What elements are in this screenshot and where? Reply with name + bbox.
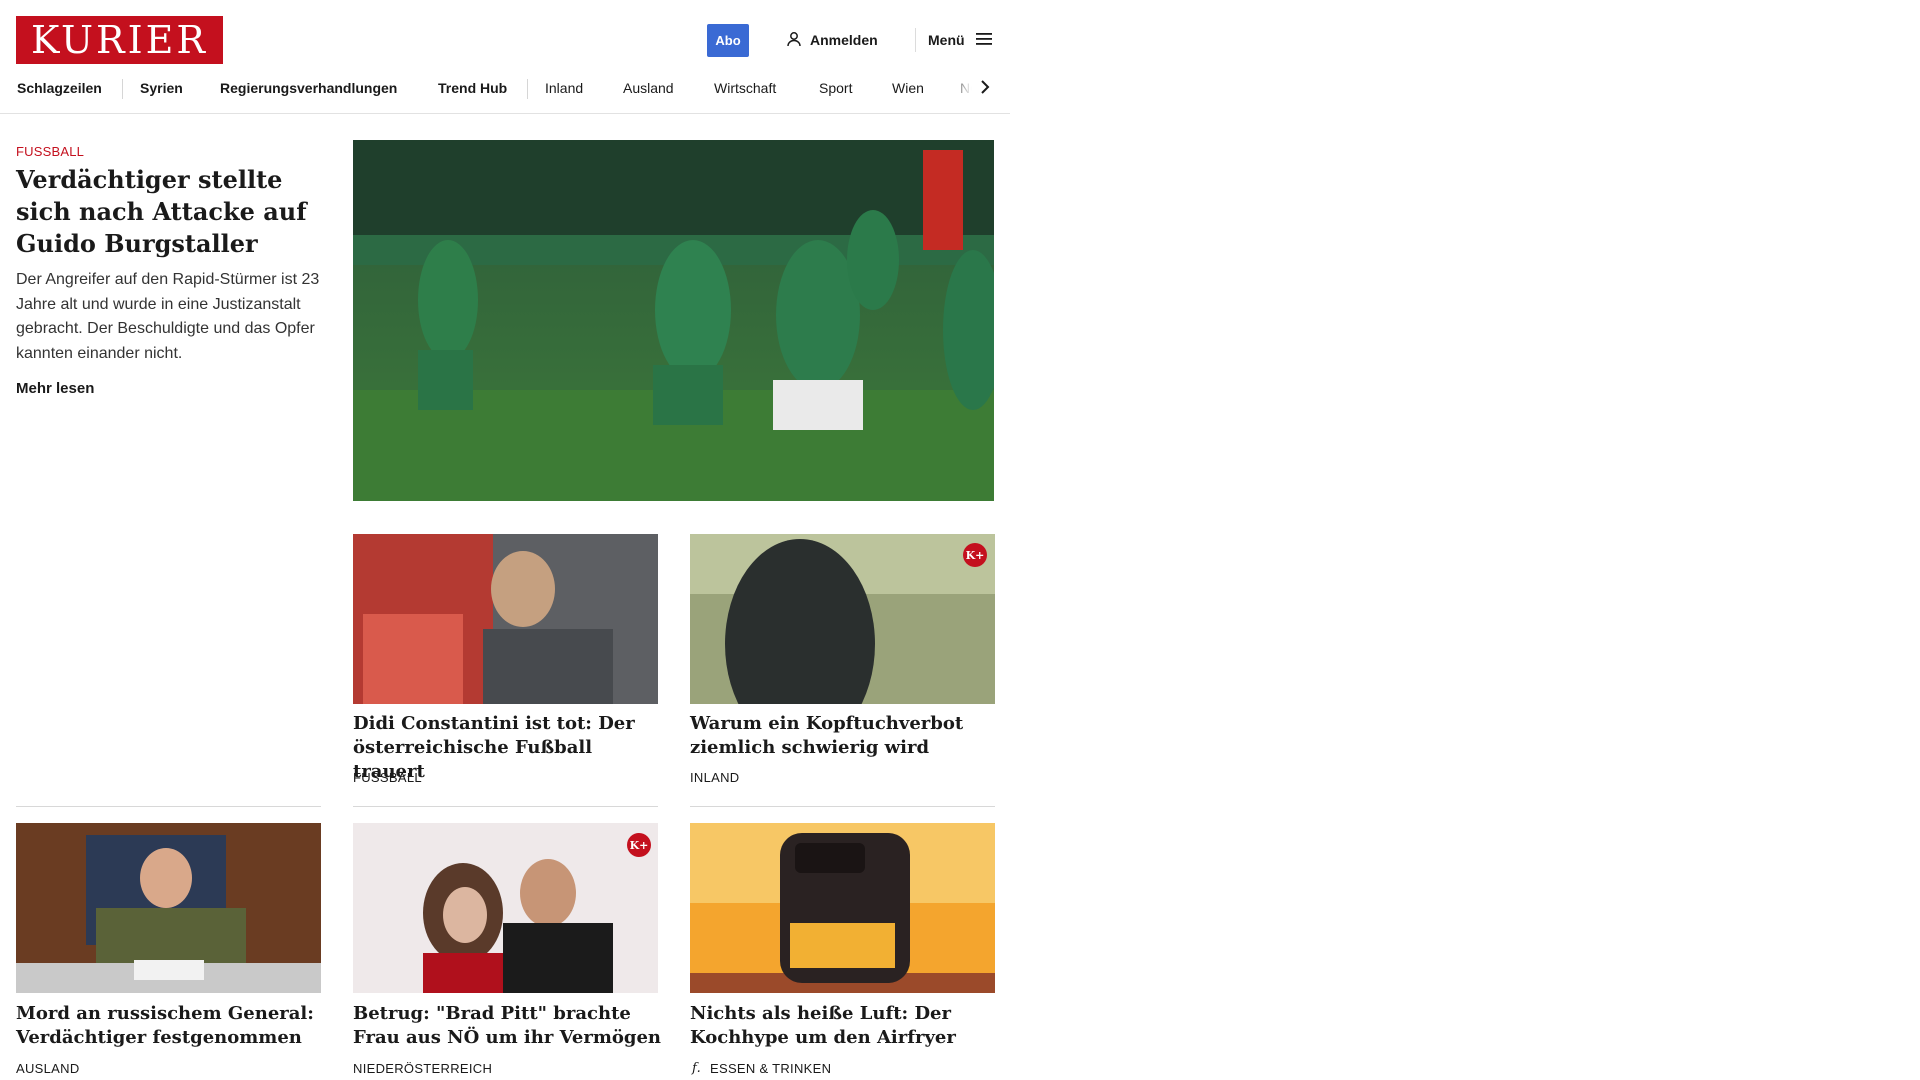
lead-title[interactable]: Verdächtiger stellte sich nach Attacke a… bbox=[16, 164, 316, 260]
hamburger-icon bbox=[975, 32, 993, 49]
nav-divider bbox=[527, 79, 528, 99]
login-button[interactable]: Anmelden bbox=[786, 30, 878, 50]
lead-teaser: Der Angreifer auf den Rapid-Stürmer ist … bbox=[16, 271, 320, 362]
kurier-logo[interactable]: KURIER bbox=[16, 16, 223, 64]
menu-label: Menü bbox=[928, 32, 965, 48]
card-image-airfryer[interactable] bbox=[690, 823, 995, 993]
card-title[interactable]: Nichts als heiße Luft: Der Koch­hype um … bbox=[690, 1002, 1000, 1050]
header-divider bbox=[915, 28, 916, 52]
card-image-constantini[interactable] bbox=[353, 534, 658, 704]
card-kicker[interactable]: ESSEN & TRINKEN bbox=[710, 1061, 831, 1076]
nav-item-wien[interactable]: Wien bbox=[892, 80, 924, 96]
card-divider bbox=[16, 806, 321, 807]
nav-item-syrien[interactable]: Syrien bbox=[140, 80, 183, 96]
nav-item-wirtschaft[interactable]: Wirtschaft bbox=[714, 80, 776, 96]
nav-item-regierungsverhandlungen[interactable]: Regierungsverhandlungen bbox=[220, 80, 397, 96]
menu-button[interactable]: Menü bbox=[928, 30, 993, 50]
section-nav: Schlagzeilen Syrien Regierungsverhandlun… bbox=[16, 78, 986, 100]
freizeit-logo-icon: f. bbox=[692, 1061, 702, 1076]
card-title[interactable]: Warum ein Kopftuchverbot ziem­lich schwi… bbox=[690, 712, 1000, 760]
login-label: Anmelden bbox=[810, 32, 878, 48]
card-title[interactable]: Mord an russischem General: Ver­dächtige… bbox=[16, 1002, 326, 1050]
card-kicker[interactable]: FUSSBALL bbox=[353, 770, 422, 785]
chevron-right-icon bbox=[980, 79, 990, 100]
card-kicker[interactable]: AUSLAND bbox=[16, 1061, 80, 1076]
card-image-brad-pitt[interactable] bbox=[353, 823, 658, 993]
card-kicker[interactable]: INLAND bbox=[690, 770, 739, 785]
lead-kicker[interactable]: FUSSBALL bbox=[16, 144, 84, 159]
nav-item-inland[interactable]: Inland bbox=[545, 80, 583, 96]
plus-badge: K+ bbox=[627, 833, 651, 857]
abo-button[interactable]: Abo bbox=[707, 24, 749, 57]
nav-item-sport[interactable]: Sport bbox=[819, 80, 852, 96]
nav-bottom-rule bbox=[0, 113, 1010, 114]
nav-item-ausland[interactable]: Ausland bbox=[623, 80, 674, 96]
card-divider bbox=[690, 806, 995, 807]
read-more-link[interactable]: Mehr lesen bbox=[16, 380, 94, 397]
nav-item-trend-hub[interactable]: Trend Hub bbox=[438, 80, 507, 96]
nav-divider bbox=[122, 79, 123, 99]
card-image-general[interactable] bbox=[16, 823, 321, 993]
user-icon bbox=[786, 31, 802, 50]
plus-badge: K+ bbox=[963, 543, 987, 567]
card-image-kopftuch[interactable] bbox=[690, 534, 995, 704]
nav-item-schlagzeilen[interactable]: Schlagzeilen bbox=[17, 80, 102, 96]
card-title[interactable]: Betrug: "Brad Pitt" brachte Frau aus NÖ … bbox=[353, 1002, 663, 1050]
nav-scroll-right-button[interactable] bbox=[975, 78, 995, 100]
card-kicker[interactable]: NIEDERÖSTERREICH bbox=[353, 1061, 492, 1076]
lead-image[interactable] bbox=[353, 140, 994, 501]
card-divider bbox=[353, 806, 658, 807]
